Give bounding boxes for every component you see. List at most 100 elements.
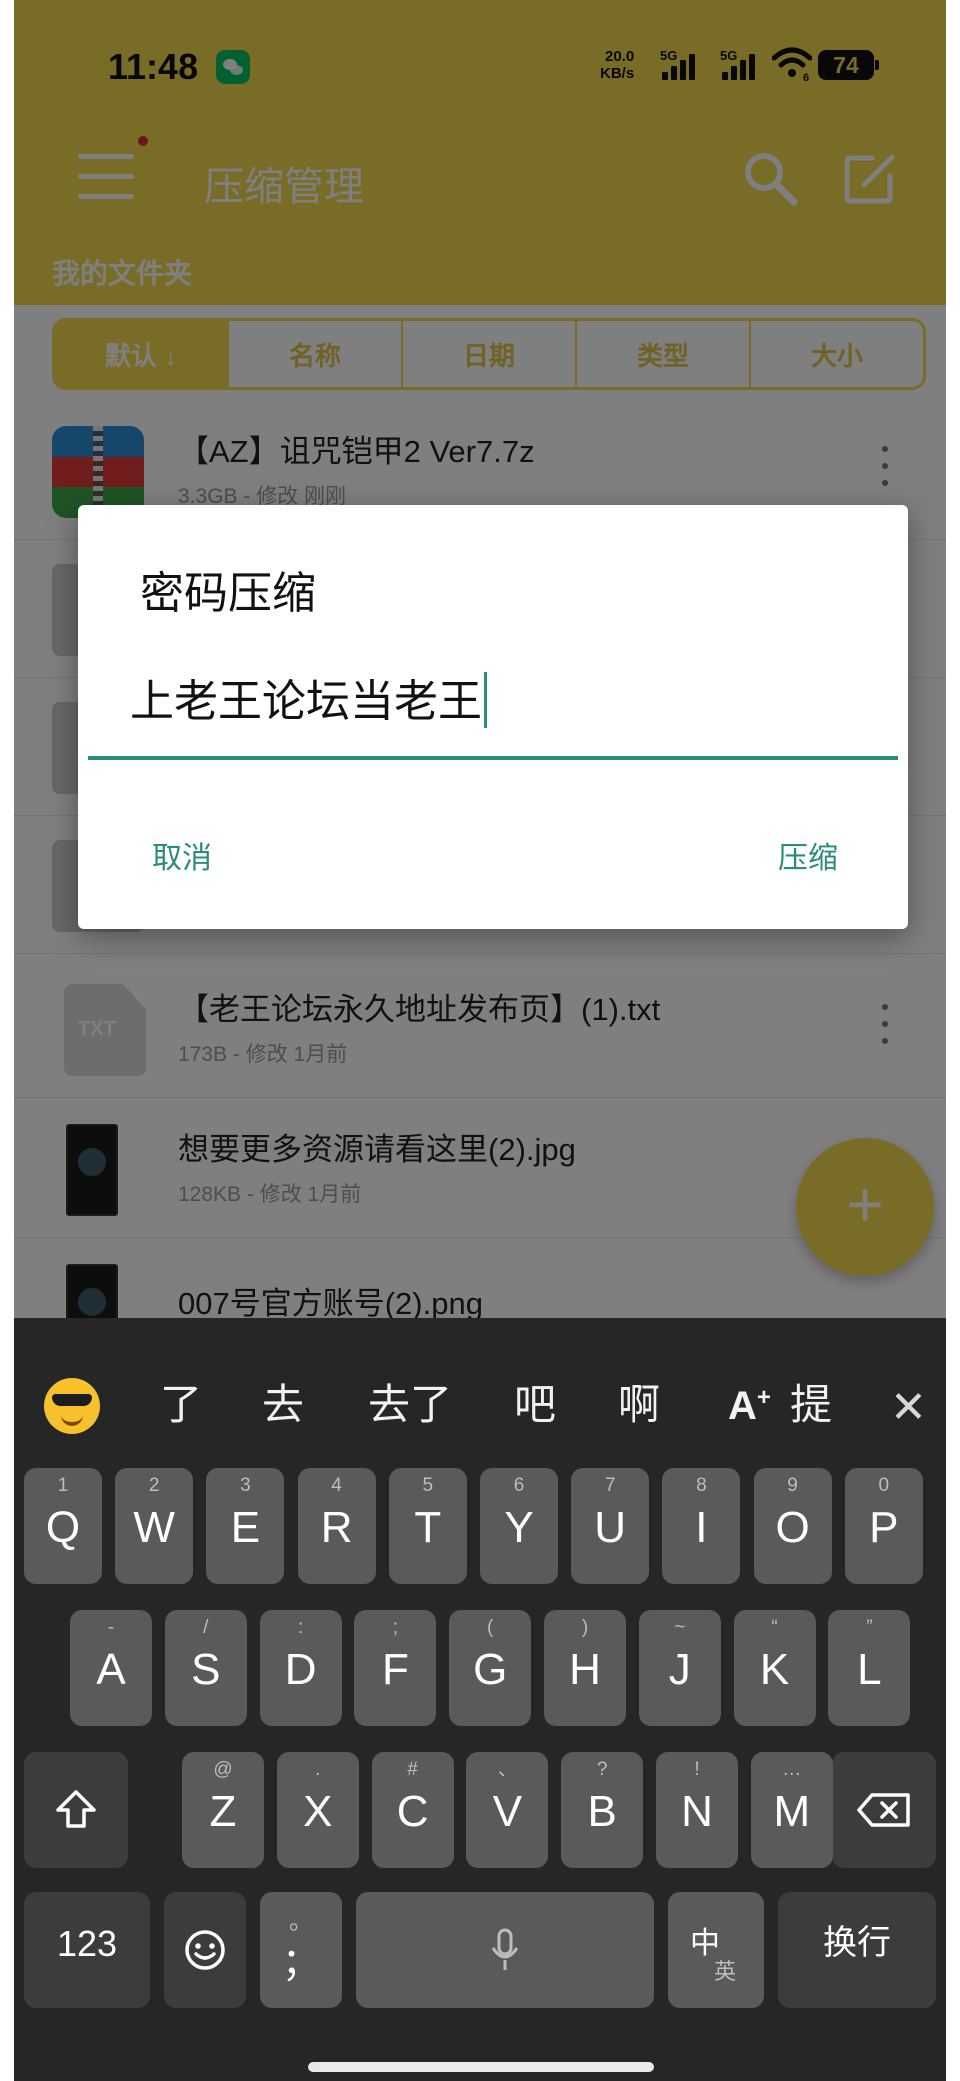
key-label: S [191, 1645, 221, 1694]
key-hint: 9 [787, 1475, 798, 1496]
key-hint: 6 [513, 1475, 525, 1496]
password-input[interactable]: 上老王论坛当老王 [130, 665, 487, 729]
key-r[interactable]: 4R [297, 1468, 376, 1584]
key-l[interactable]: ” L [828, 1610, 911, 1726]
key-y[interactable]: 6Y [480, 1468, 558, 1584]
key-hint: 8 [696, 1475, 707, 1496]
key-label: G [473, 1645, 508, 1694]
key-a[interactable]: -A [70, 1610, 152, 1726]
key-label: Z [209, 1787, 237, 1836]
key-j[interactable]: ~ J [638, 1610, 721, 1726]
key-z[interactable]: @ Z [182, 1752, 264, 1868]
suggestion-item[interactable]: 啊 [618, 1384, 660, 1426]
key-hint: @ [213, 1759, 233, 1780]
key-hint: . [315, 1759, 321, 1780]
backspace-key[interactable] [832, 1752, 936, 1868]
key-hint: ? [596, 1759, 608, 1780]
key-label: U [594, 1503, 627, 1552]
key-g[interactable]: (G [449, 1610, 532, 1726]
punctuation-key-sub: 。 [289, 1908, 313, 1935]
suggestion-item[interactable]: 去了 [368, 1384, 452, 1426]
key-label: R [320, 1503, 353, 1552]
key-p[interactable]: 0P [844, 1468, 923, 1584]
shift-key[interactable] [24, 1752, 128, 1868]
key-v[interactable]: 、 V [466, 1752, 549, 1868]
key-h[interactable]: ) H [544, 1610, 626, 1726]
language-switch-key[interactable]: 中 英 [668, 1892, 764, 2008]
key-e[interactable]: 3E [206, 1468, 285, 1584]
key-label: P [869, 1503, 899, 1552]
key-hint: 7 [604, 1475, 616, 1496]
key-hint: ( [487, 1617, 494, 1638]
key-s[interactable]: / S [164, 1610, 247, 1726]
key-q[interactable]: 1Q [24, 1468, 102, 1584]
key-label: W [133, 1503, 175, 1552]
key-label: X [303, 1787, 333, 1836]
key-label: H [569, 1645, 601, 1694]
key-label: E [230, 1503, 261, 1552]
key-label: F [381, 1645, 409, 1694]
compress-button[interactable]: 压缩 [778, 833, 838, 877]
password-compress-dialog: 密码压缩 上老王论坛当老王 取消 压缩 [78, 505, 908, 929]
key-m[interactable]: … M [750, 1752, 833, 1868]
key-hint: # [407, 1759, 418, 1780]
key-n[interactable]: ! N [656, 1752, 738, 1868]
key-x[interactable]: .X [276, 1752, 359, 1868]
key-o[interactable]: 9O [753, 1468, 832, 1584]
home-indicator[interactable] [308, 2062, 654, 2072]
number-mode-label: 123 [56, 1923, 118, 1964]
key-hint: ~ [674, 1617, 686, 1638]
key-hint: … [782, 1759, 802, 1780]
emoji-key[interactable] [164, 1892, 246, 2008]
key-u[interactable]: 7U [571, 1468, 650, 1584]
key-hint: / [203, 1617, 209, 1638]
key-hint: 0 [878, 1475, 890, 1496]
key-hint: ) [581, 1617, 589, 1638]
key-hint: ” [866, 1617, 873, 1638]
suggestion-item[interactable]: 了 [160, 1384, 202, 1426]
key-hint: : [297, 1617, 304, 1638]
number-mode-key[interactable]: 123 [24, 1892, 150, 2008]
suggestion-item[interactable]: 提 [790, 1384, 832, 1426]
input-underline [88, 756, 898, 760]
key-f[interactable]: ; F [354, 1610, 437, 1726]
smiley-icon [185, 1930, 225, 1970]
key-c[interactable]: # C [371, 1752, 454, 1868]
key-label: J [668, 1645, 691, 1694]
space-key[interactable] [356, 1892, 654, 2008]
punctuation-key-main: ； [281, 1942, 320, 1984]
suggestion-item[interactable]: 去 [262, 1384, 304, 1426]
key-hint: 1 [57, 1475, 69, 1496]
phone-screen: 11:48 20.0 KB/s 5G 5G 6 74 [14, 0, 946, 2081]
cancel-button[interactable]: 取消 [152, 833, 212, 877]
key-b[interactable]: ? B [561, 1752, 644, 1868]
key-label: V [492, 1787, 523, 1836]
ai-suggest-icon[interactable]: A+ [728, 1384, 771, 1429]
key-label: L [857, 1645, 882, 1694]
emoji-sunglasses-icon[interactable] [44, 1378, 100, 1434]
key-hint: 3 [240, 1475, 251, 1496]
key-label: D [284, 1645, 317, 1694]
microphone-icon [491, 1928, 519, 1970]
key-hint: ! [694, 1759, 700, 1780]
key-label: I [695, 1503, 708, 1552]
enter-key[interactable]: 换行 [778, 1892, 936, 2008]
key-hint: “ [771, 1617, 778, 1638]
text-cursor [484, 672, 487, 728]
key-d[interactable]: :D [259, 1610, 342, 1726]
language-key-sub: 英 [714, 1959, 737, 1984]
key-i[interactable]: 8I [662, 1468, 741, 1584]
key-label: Q [45, 1503, 81, 1552]
key-label: K [759, 1645, 790, 1694]
key-label: M [773, 1787, 811, 1836]
password-input-value: 上老王论坛当老王 [130, 677, 482, 726]
punctuation-key[interactable]: 。 ； [260, 1892, 342, 2008]
key-k[interactable]: “K [733, 1610, 816, 1726]
suggestion-item[interactable]: 吧 [514, 1384, 556, 1426]
key-w[interactable]: 2W [115, 1468, 194, 1584]
close-icon[interactable]: ✕ [890, 1386, 927, 1430]
key-hint: - [107, 1617, 115, 1638]
key-label: T [414, 1503, 442, 1552]
key-t[interactable]: 5T [388, 1468, 467, 1584]
key-label: A [96, 1645, 126, 1694]
